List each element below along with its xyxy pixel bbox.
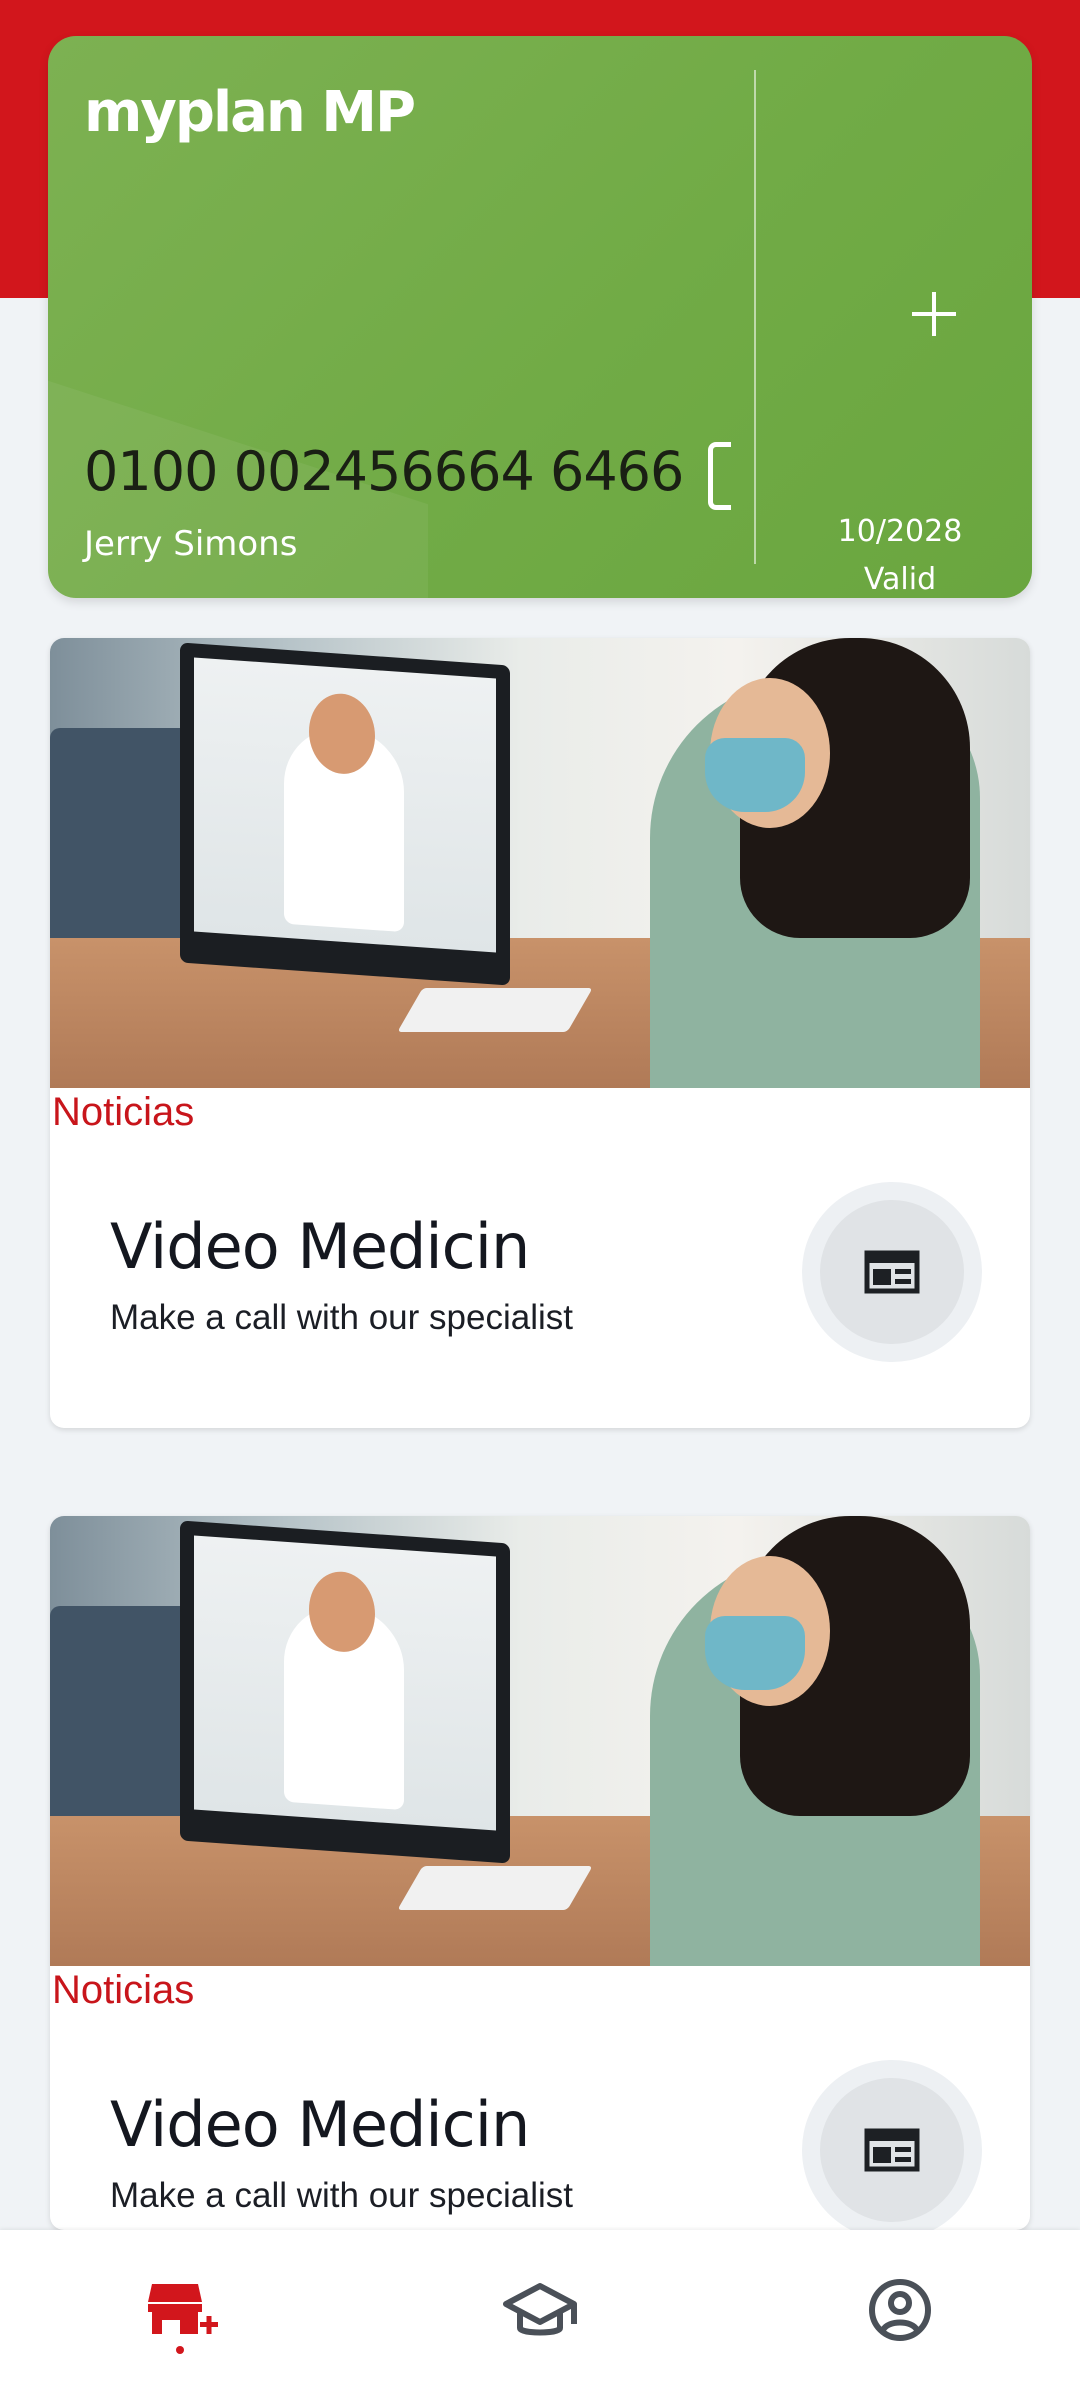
profile-icon bbox=[869, 2279, 931, 2341]
news-title: Video Medicin bbox=[110, 2088, 530, 2161]
nav-item-learning[interactable] bbox=[490, 2260, 590, 2360]
store-icon bbox=[148, 2284, 218, 2334]
card-logo: myplan MP bbox=[84, 80, 416, 145]
card-number: 0100 002456664 6466 bbox=[84, 440, 684, 503]
card-valid-label: Valid bbox=[863, 562, 937, 597]
add-card-button[interactable] bbox=[884, 264, 984, 364]
newspaper-icon bbox=[864, 2128, 920, 2172]
news-title: Video Medicin bbox=[110, 1210, 530, 1283]
news-category: Noticias bbox=[52, 1090, 195, 1134]
card-expiry: 10/2028 bbox=[837, 514, 963, 549]
news-image bbox=[50, 1516, 1030, 1966]
news-subtitle: Make a call with our specialist bbox=[110, 2176, 573, 2215]
card-chip-icon bbox=[708, 442, 731, 510]
newspaper-icon bbox=[864, 1250, 920, 1294]
open-news-button[interactable] bbox=[802, 1182, 982, 1362]
news-category: Noticias bbox=[52, 1968, 195, 2012]
nav-item-store[interactable] bbox=[130, 2260, 230, 2360]
news-card[interactable]: Noticias Video Medicin Make a call with … bbox=[50, 1516, 1030, 2230]
bottom-navigation bbox=[0, 2230, 1080, 2400]
news-image bbox=[50, 638, 1030, 1088]
card-divider bbox=[754, 70, 756, 564]
card-holder-name: Jerry Simons bbox=[84, 524, 298, 564]
news-subtitle: Make a call with our specialist bbox=[110, 1298, 573, 1337]
graduation-cap-icon bbox=[503, 2283, 577, 2336]
open-news-button[interactable] bbox=[802, 2060, 982, 2230]
nav-active-indicator bbox=[176, 2346, 184, 2354]
news-card[interactable]: Noticias Video Medicin Make a call with … bbox=[50, 638, 1030, 1428]
nav-item-profile[interactable] bbox=[850, 2260, 950, 2360]
membership-card[interactable]: myplan MP 0100 002456664 6466 Jerry Simo… bbox=[48, 36, 1032, 598]
